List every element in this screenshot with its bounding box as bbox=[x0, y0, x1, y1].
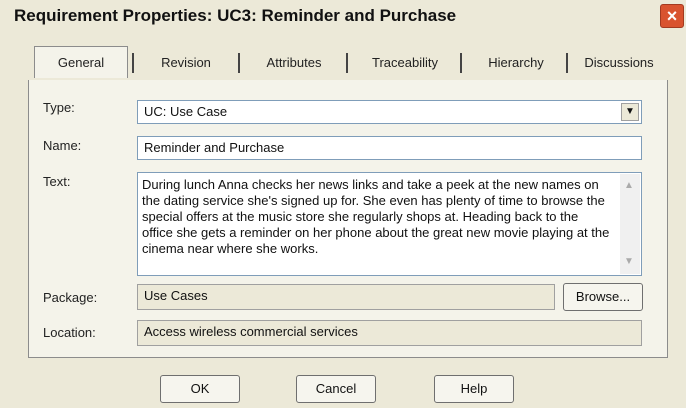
type-label: Type: bbox=[43, 100, 75, 115]
tab-separator bbox=[460, 53, 462, 73]
tab-traceability[interactable]: Traceability bbox=[354, 50, 456, 76]
cancel-button[interactable]: Cancel bbox=[296, 375, 376, 403]
tab-general[interactable]: General bbox=[34, 46, 128, 78]
package-field: Use Cases bbox=[137, 284, 555, 310]
name-label: Name: bbox=[43, 138, 82, 153]
tab-separator bbox=[566, 53, 568, 73]
tab-separator bbox=[346, 53, 348, 73]
text-value: During lunch Anna checks her news links … bbox=[142, 177, 610, 256]
tab-separator bbox=[238, 53, 240, 73]
scroll-down-icon[interactable]: ▼ bbox=[624, 254, 634, 270]
browse-button[interactable]: Browse... bbox=[563, 283, 643, 311]
text-area[interactable]: During lunch Anna checks her news links … bbox=[137, 172, 642, 276]
tab-separator bbox=[132, 53, 134, 73]
location-field: Access wireless commercial services bbox=[137, 320, 642, 346]
title-bar: Requirement Properties: UC3: Reminder an… bbox=[0, 0, 686, 38]
text-scrollbar[interactable]: ▲ ▼ bbox=[620, 174, 640, 274]
tab-strip: General Revision Attributes Traceability… bbox=[28, 44, 668, 81]
chevron-down-icon[interactable]: ▼ bbox=[621, 103, 639, 121]
type-value: UC: Use Case bbox=[144, 104, 228, 119]
scroll-up-icon[interactable]: ▲ bbox=[624, 178, 634, 194]
type-combo[interactable]: UC: Use Case ▼ bbox=[137, 100, 642, 124]
ok-button[interactable]: OK bbox=[160, 375, 240, 403]
tab-hierarchy[interactable]: Hierarchy bbox=[468, 50, 564, 76]
tab-attributes[interactable]: Attributes bbox=[246, 50, 342, 76]
name-field[interactable]: Reminder and Purchase bbox=[137, 136, 642, 160]
close-button[interactable]: × bbox=[660, 4, 684, 28]
dialog-title: Requirement Properties: UC3: Reminder an… bbox=[14, 6, 457, 25]
help-button[interactable]: Help bbox=[434, 375, 514, 403]
tab-revision[interactable]: Revision bbox=[140, 50, 232, 76]
general-panel: Type: UC: Use Case ▼ Name: Reminder and … bbox=[28, 80, 668, 358]
tab-discussions[interactable]: Discussions bbox=[572, 50, 666, 76]
location-label: Location: bbox=[43, 325, 96, 340]
package-label: Package: bbox=[43, 290, 98, 305]
text-label: Text: bbox=[43, 174, 71, 189]
